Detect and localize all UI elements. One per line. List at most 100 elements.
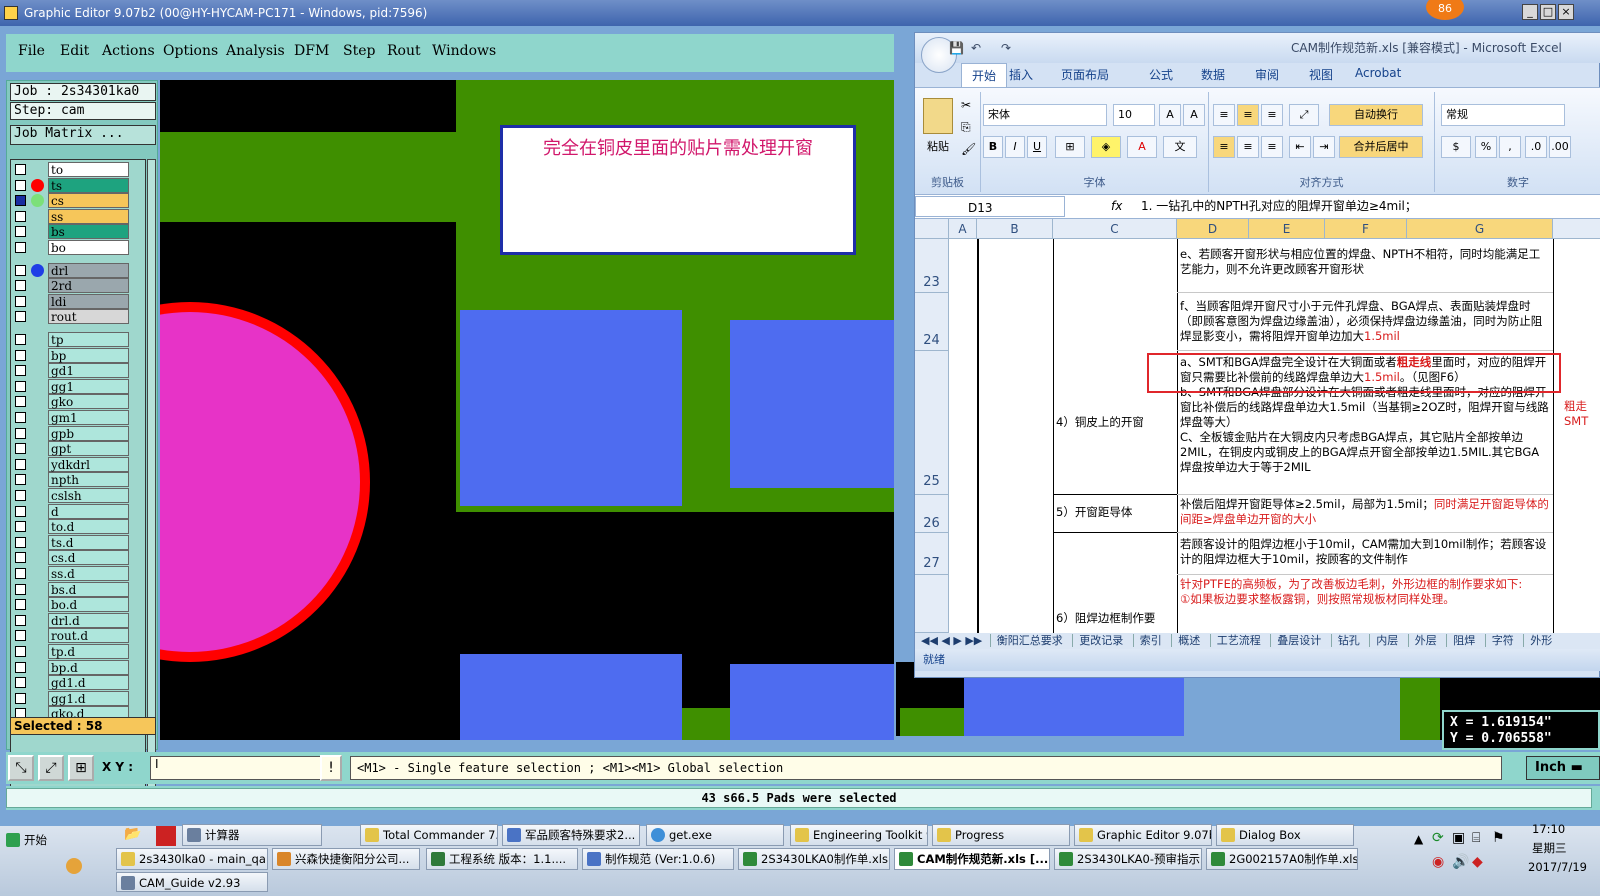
align-top-icon[interactable]: ≡ [1213, 104, 1235, 126]
layer-row[interactable]: tp [11, 332, 145, 347]
quick-access-save-icon[interactable]: 💾 [949, 33, 964, 63]
layer-checkbox[interactable] [15, 210, 26, 222]
cell-d27[interactable]: 若顾客设计的阻焊边框小于10mil，CAM需加大到10mil制作；若顾客设计的阻… [1177, 533, 1553, 575]
underline-icon[interactable]: U [1027, 136, 1047, 158]
sheet-tab[interactable]: 工艺流程 [1209, 634, 1267, 647]
row-header-27[interactable]: 27 [915, 533, 949, 575]
close-icon[interactable]: × [1558, 4, 1574, 20]
layer-checkbox[interactable] [15, 195, 26, 207]
layer-row[interactable]: d [11, 503, 145, 519]
layer-checkbox[interactable] [15, 521, 26, 533]
column-header-e[interactable]: E [1249, 219, 1325, 239]
layer-checkbox[interactable] [15, 646, 26, 657]
cell-d26[interactable]: 补偿后阻焊开窗距导体≥2.5mil，局部为1.5mil；同时满足开窗距导体的间距… [1177, 495, 1553, 533]
tab-page-layout[interactable]: 页面布局 [1061, 66, 1109, 83]
layer-name[interactable]: cslsh [48, 488, 129, 503]
layer-name[interactable]: gd1.d [48, 675, 129, 691]
layer-row[interactable]: ts [11, 177, 145, 193]
align-left-icon[interactable]: ≡ [1213, 136, 1235, 158]
layer-checkbox[interactable] [15, 179, 26, 191]
layer-name[interactable]: ldi [48, 293, 129, 309]
layer-name[interactable]: bs.d [48, 581, 129, 597]
layer-checkbox[interactable] [15, 264, 26, 276]
align-center-icon[interactable]: ≡ [1237, 136, 1259, 158]
sheet-tab[interactable]: 概述 [1171, 634, 1207, 647]
pdf-icon[interactable] [156, 826, 176, 846]
layer-name[interactable]: cs.d [48, 550, 129, 566]
layer-checkbox[interactable] [15, 427, 26, 439]
decrease-decimal-icon[interactable]: .00 [1549, 136, 1571, 158]
cell-d24[interactable]: f、当顾客阻焊开窗尺寸小于元件孔焊盘、BGA焊点、表面贴装焊盘时（即顾客意图为焊… [1177, 293, 1553, 351]
percent-icon[interactable]: % [1475, 136, 1497, 158]
comma-icon[interactable]: , [1499, 136, 1521, 158]
tray-network-icon[interactable]: ⌸ [1472, 830, 1480, 846]
taskbar-item[interactable]: 工程系统 版本：1.1.... [426, 848, 578, 870]
info-icon[interactable]: ! [320, 755, 342, 781]
layer-row[interactable]: gg1 [11, 378, 145, 394]
borders-icon[interactable]: ⊞ [1055, 136, 1085, 158]
job-matrix-button[interactable]: Job Matrix ... [10, 125, 156, 145]
layer-checkbox[interactable] [15, 583, 26, 595]
layer-row[interactable]: drl.d [11, 612, 145, 628]
clock-weekday[interactable]: 星期三 [1532, 840, 1567, 856]
formula-input[interactable]: 1. 一钻孔中的NPTH孔对应的阻焊开窗单边≥4mil； [1137, 195, 1600, 217]
fill-color-icon[interactable]: ◈ [1091, 136, 1121, 158]
sheet-tab[interactable]: 钻孔 [1330, 634, 1366, 647]
taskbar-item[interactable]: Graphic Editor 9.07b2... [1074, 824, 1212, 846]
layer-name[interactable]: to.d [48, 519, 129, 535]
layer-row[interactable]: bp.d [11, 659, 145, 675]
taskbar-item[interactable]: get.exe [646, 824, 784, 846]
layer-name[interactable]: gg1.d [48, 690, 129, 706]
zoom-window-icon[interactable]: ⤡ [8, 755, 34, 781]
layer-row[interactable]: tp.d [11, 644, 145, 659]
layer-row[interactable]: bp [11, 347, 145, 363]
layer-row[interactable]: bs [11, 224, 145, 240]
unit-selector[interactable]: Inch ▬ [1526, 756, 1600, 780]
tray-volume-icon[interactable]: 🔊 [1452, 854, 1469, 870]
undo-icon[interactable]: ↶ [971, 33, 981, 63]
layer-name[interactable]: gko [48, 394, 129, 410]
layer-checkbox[interactable] [15, 380, 26, 392]
taskbar-item[interactable]: Progress [932, 824, 1070, 846]
layer-checkbox[interactable] [15, 242, 26, 253]
taskbar-item[interactable]: 计算器 [182, 824, 322, 846]
cell-c28[interactable]: 6）阻焊边框制作要 [1053, 575, 1177, 633]
layer-name[interactable]: tp [48, 332, 129, 347]
shrink-font-icon[interactable]: A [1183, 104, 1205, 126]
layer-name[interactable]: rout [48, 309, 129, 325]
tray-sync-icon[interactable]: ⟳ [1432, 830, 1444, 846]
layer-row[interactable]: rout.d [11, 628, 145, 644]
layer-checkbox[interactable] [15, 661, 26, 673]
layer-name[interactable]: gm1 [48, 410, 129, 425]
layer-name[interactable]: bo [48, 240, 129, 255]
start-button[interactable]: 开始 [2, 830, 102, 852]
layer-row[interactable]: bo [11, 240, 145, 255]
layer-checkbox[interactable] [15, 490, 26, 501]
layer-checkbox[interactable] [15, 552, 26, 564]
clock-time[interactable]: 17:10 [1532, 822, 1565, 836]
spreadsheet-grid[interactable]: A B C D E F G 23 24 25 26 27 e、若顾客开窗形状与相… [915, 219, 1600, 633]
grid-icon[interactable]: ⊞ [68, 755, 94, 781]
tab-review[interactable]: 审阅 [1255, 66, 1279, 83]
zoom-fit-icon[interactable]: ⤢ [38, 755, 64, 781]
layer-row[interactable]: gg1.d [11, 690, 145, 706]
layer-name[interactable]: ss.d [48, 566, 129, 581]
sheet-tab[interactable]: 字符 [1484, 634, 1520, 647]
taskbar-item[interactable]: 2S3430LKA0-预审指示... [1054, 848, 1202, 870]
paste-label[interactable]: 粘贴 [927, 138, 949, 154]
quicklaunch-icon[interactable] [66, 858, 82, 874]
layer-name[interactable]: bp.d [48, 659, 129, 675]
sheet-tab[interactable]: 外形 [1523, 634, 1559, 647]
layer-checkbox[interactable] [15, 677, 26, 689]
layer-checkbox[interactable] [15, 280, 26, 292]
cell-d23[interactable]: e、若顾客开窗形状与相应位置的焊盘、NPTH不相符，同时均能满足工艺能力，则不允… [1177, 239, 1553, 293]
layer-name[interactable]: ss [48, 208, 129, 224]
select-all-corner[interactable] [915, 219, 949, 239]
sheet-tab[interactable]: 阻焊 [1446, 634, 1482, 647]
increase-decimal-icon[interactable]: .0 [1525, 136, 1547, 158]
layer-name[interactable]: npth [48, 472, 129, 488]
row-header-24[interactable]: 24 [915, 293, 949, 351]
row-header-23[interactable]: 23 [915, 239, 949, 293]
align-right-icon[interactable]: ≡ [1261, 136, 1283, 158]
tab-formulas[interactable]: 公式 [1149, 66, 1173, 83]
